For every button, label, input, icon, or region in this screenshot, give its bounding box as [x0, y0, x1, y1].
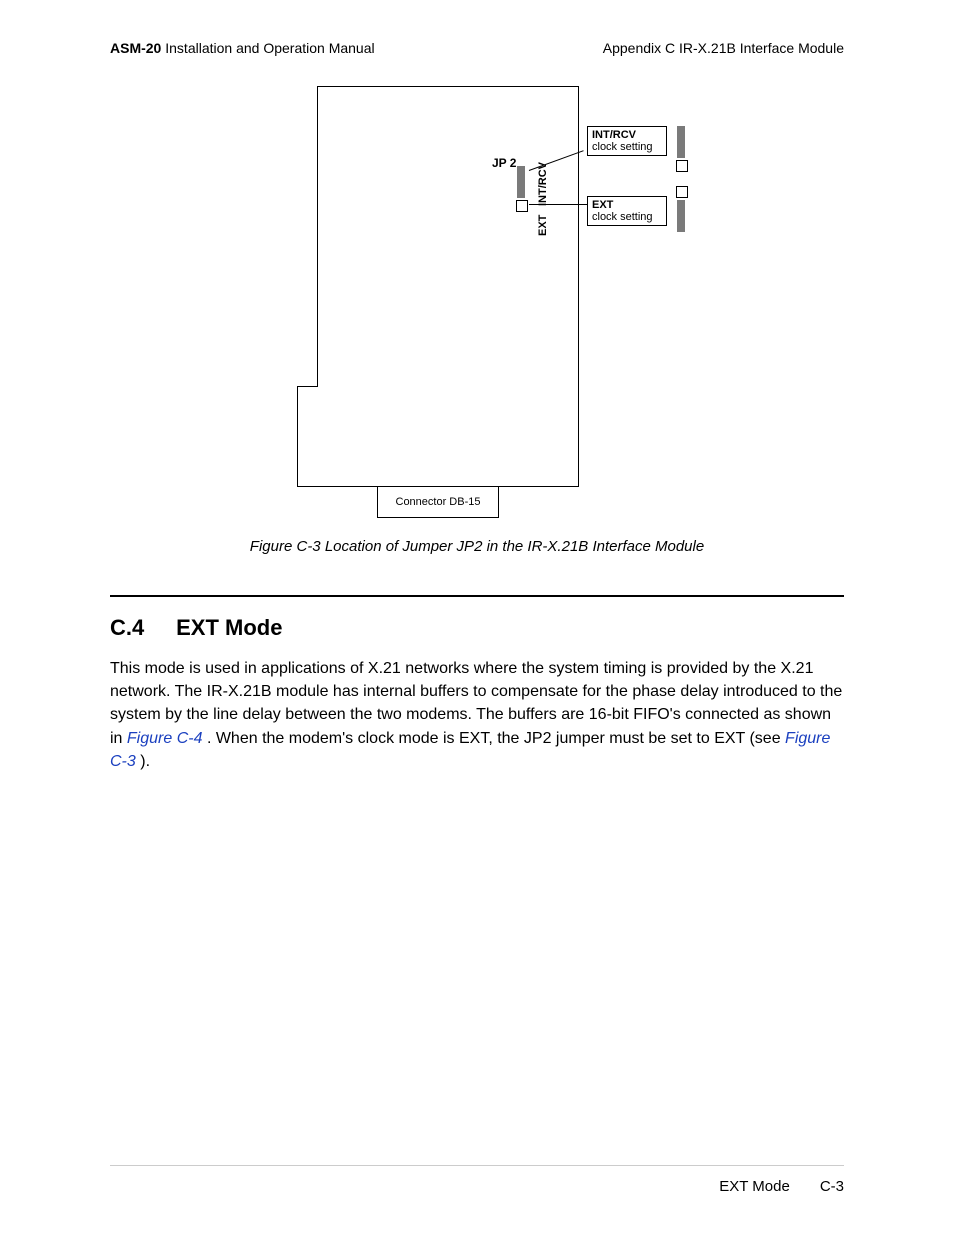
section-body: This mode is used in applications of X.2…: [110, 657, 844, 773]
callout2-jumper-icon: [677, 200, 685, 232]
pcb-outline-bottom: [297, 386, 579, 487]
callout-sub: clock setting: [592, 141, 653, 153]
callout-ext: EXT clock setting: [587, 196, 667, 226]
page-header: ASM-20 Installation and Operation Manual…: [110, 40, 844, 56]
jumper-pad: [516, 200, 528, 212]
section-number: C.4: [110, 615, 170, 641]
product-name: ASM-20: [110, 40, 161, 56]
connector-label: Connector DB-15: [396, 496, 481, 508]
vtext-ext: EXT: [537, 215, 549, 236]
figure-c3: Connector DB-15 JP 2 INT/RCV EXT INT/RCV…: [110, 86, 844, 555]
figure-caption: Figure C-3 Location of Jumper JP2 in the…: [250, 538, 704, 555]
header-left: ASM-20 Installation and Operation Manual: [110, 40, 375, 56]
doc-title: Installation and Operation Manual: [165, 40, 374, 56]
vtext-int-rcv: INT/RCV: [537, 162, 549, 206]
callout-title: EXT: [592, 199, 613, 211]
callout-sub: clock setting: [592, 211, 653, 223]
footer-page: C-3: [820, 1178, 844, 1195]
header-right: Appendix C IR-X.21B Interface Module: [603, 40, 844, 56]
callout1-jumper-icon: [677, 126, 685, 158]
jumper-jp2: [517, 166, 525, 198]
footer-section: EXT Mode: [719, 1178, 790, 1195]
callout2-pad-icon: [676, 186, 688, 198]
callout-title: INT/RCV: [592, 129, 636, 141]
page-footer: EXT Mode C-3: [110, 1165, 844, 1195]
callout1-pad-icon: [676, 160, 688, 172]
section-heading: C.4 EXT Mode: [110, 615, 844, 641]
section-rule: [110, 595, 844, 597]
xref-figure-c4[interactable]: Figure C-4: [127, 730, 203, 747]
connector-db15: Connector DB-15: [377, 486, 499, 518]
jp2-label: JP 2: [492, 156, 516, 170]
callout-int-rcv: INT/RCV clock setting: [587, 126, 667, 156]
pcb-outline-top: [317, 86, 579, 387]
body-text-b: . When the modem's clock mode is EXT, th…: [207, 730, 785, 747]
body-text-c: ).: [140, 753, 150, 770]
leader-line-2: [529, 204, 587, 205]
section-title: EXT Mode: [176, 615, 282, 640]
diagram-jp2: Connector DB-15 JP 2 INT/RCV EXT INT/RCV…: [297, 86, 697, 526]
